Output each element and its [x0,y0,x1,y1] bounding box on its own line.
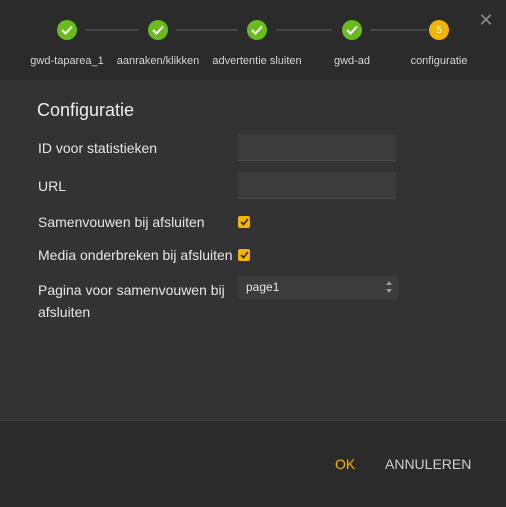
cancel-button[interactable]: ANNULEREN [385,456,471,472]
collapse-page-label-line2: afsluiten [38,304,91,320]
step-label: gwd-taparea_1 [30,55,104,67]
step-number-badge: 5 [429,20,449,40]
step-connector [276,29,332,31]
ok-button[interactable]: OK [335,456,355,472]
check-icon [247,20,267,40]
spinner-arrows-icon[interactable] [385,279,393,295]
page-title: Configuratie [37,100,135,120]
check-icon [148,20,168,40]
pause-media-label: Media onderbreken bij afsluiten [38,247,233,263]
collapse-on-close-label: Samenvouwen bij afsluiten [38,214,205,230]
stats-id-label: ID voor statistieken [38,140,158,156]
collapse-page-label: Pagina voor samenvouwen bij afsluiten [38,279,225,323]
step-label: aanraken/klikken [116,55,200,67]
check-icon [342,20,362,40]
collapse-page-label-line1: Pagina voor samenvouwen bij [38,282,225,298]
step-connector [370,29,428,31]
close-icon[interactable]: ✕ [478,11,494,29]
collapse-page-select[interactable]: page1 [238,276,398,299]
pause-media-checkbox[interactable] [238,249,250,261]
check-icon [57,20,77,40]
step-label: advertentie sluiten [212,55,302,67]
collapse-on-close-checkbox[interactable] [238,216,250,228]
step-label: configuratie [410,55,468,67]
step-label: gwd-ad [333,55,371,67]
collapse-page-value: page1 [246,280,280,294]
step-connector [176,29,238,31]
url-label: URL [38,178,67,194]
url-input[interactable] [238,172,396,199]
wizard-header: ✕ gwd-taparea_1 aanraken/klikken adverte… [0,0,506,80]
step-connector [86,29,138,31]
stats-id-input[interactable] [238,134,396,161]
